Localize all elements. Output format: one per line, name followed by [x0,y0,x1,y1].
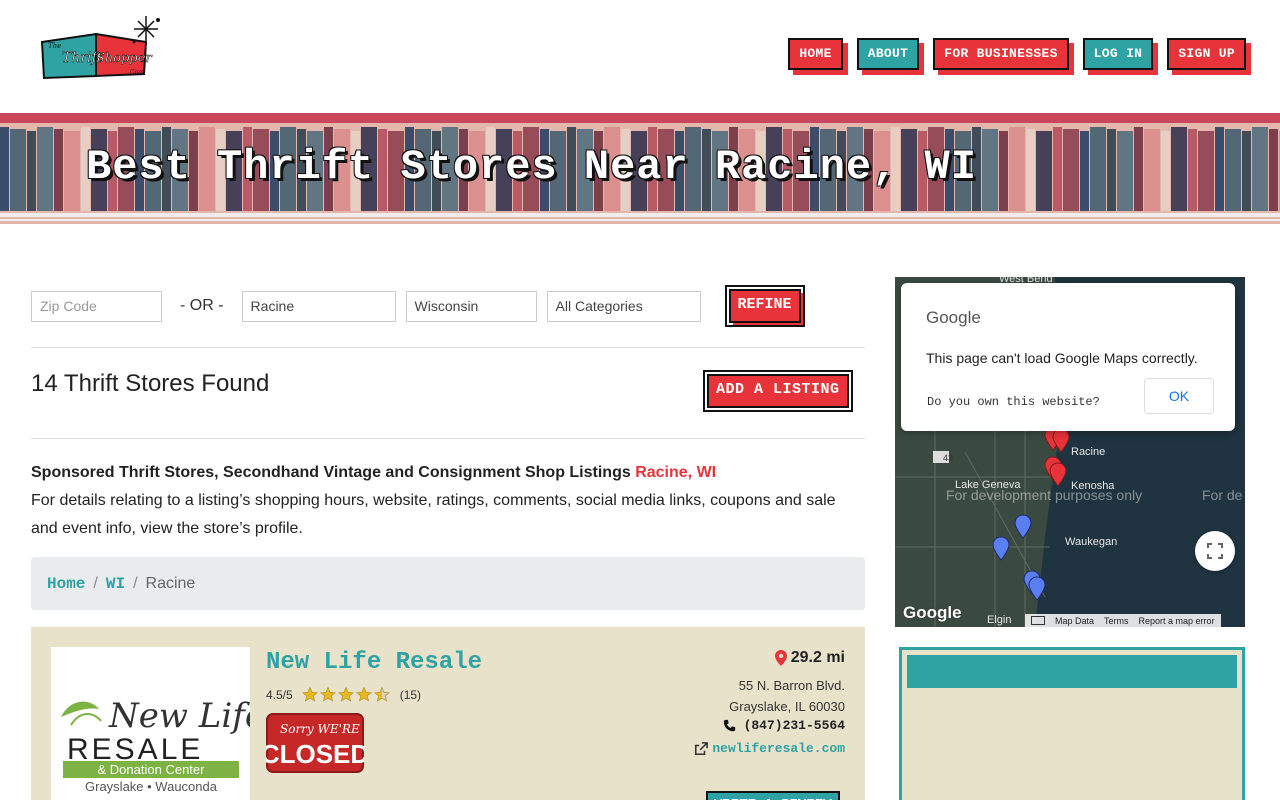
nav-home[interactable]: HOME [788,38,843,70]
logo-text-1: New Life [108,696,250,736]
map-fullscreen-button[interactable] [1195,531,1235,571]
nav-sign-up[interactable]: SIGN UP [1167,38,1246,70]
svg-text:.Com: .Com [128,69,144,76]
phone-icon [723,719,735,732]
star-icon [301,686,318,702]
map-error-dialog: Google This page can't load Google Maps … [901,283,1235,431]
nav-for-businesses[interactable]: FOR BUSINESSES [933,38,1069,70]
map-data-link[interactable]: Map Data [1055,616,1094,626]
store-logo-image[interactable]: New Life RESALE & Donation Center Graysl… [51,647,250,800]
state-select[interactable]: Wisconsin [405,290,537,322]
city-input[interactable]: Racine [241,290,396,322]
svg-text:Shopper: Shopper [96,51,152,66]
results-count: 14 Thrift Stores Found [31,370,270,397]
fullscreen-icon [1207,543,1223,559]
map-ok-button[interactable]: OK [1144,378,1214,414]
add-listing-button[interactable]: ADD A LISTING [703,370,853,412]
breadcrumb-separator: / [133,574,138,592]
map-dev-watermark-2: For de [1202,487,1243,503]
featured-panel [899,647,1245,800]
address-line-1: 55 N. Barron Blvd. [738,678,845,693]
address-line-2: Grayslake, IL 60030 [729,699,845,714]
or-separator: - OR - [180,297,224,314]
main-nav: HOME ABOUT FOR BUSINESSES LOG IN SIGN UP [788,38,1246,70]
map-pin-icon [774,650,787,666]
star-icon [319,686,336,702]
map-label-elgin: Elgin [987,614,1012,626]
sponsored-heading: Sponsored Thrift Stores, Secondhand Vint… [31,464,631,481]
breadcrumb-current: Racine [145,574,196,592]
map-error-message: This page can't load Google Maps correct… [926,350,1198,366]
map-highway-label: 43 [943,453,954,463]
sponsored-intro: Sponsored Thrift Stores, Secondhand Vint… [31,459,865,543]
map-footer: Map Data Terms Report a map error [1025,614,1221,627]
breadcrumb: Home / WI / Racine [31,557,865,610]
google-wordmark: Google [926,308,981,327]
search-form: Zip Code - OR - Racine Wisconsin All Cat… [31,285,805,327]
store-listing: New Life RESALE & Donation Center Graysl… [31,627,865,800]
nav-log-in[interactable]: LOG IN [1082,38,1154,70]
breadcrumb-home[interactable]: Home [47,575,85,593]
site-logo[interactable]: Thrift Shopper The .Com [34,12,164,90]
store-distance: 29.2 mi [774,649,845,667]
write-review-button[interactable]: WRITE A REVIEW [706,791,840,800]
rating-stars [301,686,391,703]
store-address: 55 N. Barron Blvd. Grayslake, IL 60030 [729,675,845,717]
map-own-website-link[interactable]: Do you own this website? [927,395,1100,409]
review-count: (15) [399,687,422,702]
divider [31,438,865,439]
store-map[interactable]: 43 West Bend Racine Kenosha Lake Geneva … [895,277,1245,627]
breadcrumb-separator: / [93,574,98,592]
svg-text:Sorry WE'RE: Sorry WE'RE [280,722,360,736]
closed-badge-icon: Sorry WE'RE CLOSED [266,713,364,773]
rating-score: 4.5/5 [266,687,293,702]
map-label-waukegan: Waukegan [1065,536,1118,548]
sponsored-description: For details relating to a listing’s shop… [31,492,836,537]
map-label-racine: Racine [1071,446,1106,458]
map-dev-watermark: For development purposes only [946,487,1143,503]
store-name-link[interactable]: New Life Resale [266,649,482,676]
map-terms-link[interactable]: Terms [1104,616,1129,626]
hero-banner: Best Thrift Stores Near Racine, WI [0,113,1280,224]
breadcrumb-state[interactable]: WI [106,575,125,593]
refine-button[interactable]: REFINE [724,285,805,327]
category-select[interactable]: All Categories [546,290,701,322]
store-website-link[interactable]: newliferesale.com [694,741,845,756]
page-title: Best Thrift Stores Near Racine, WI [86,143,977,191]
store-rating: 4.5/5 (15) [266,686,421,703]
svg-text:The: The [48,42,61,50]
map-report-link[interactable]: Report a map error [1139,616,1215,626]
logo-text-4: Grayslake • Wauconda [85,779,218,794]
store-phone[interactable]: (847)231-5564 [723,718,845,733]
svg-text:CLOSED: CLOSED [266,739,364,769]
sponsored-location: Racine, WI [635,464,717,481]
external-link-icon [695,741,709,755]
keyboard-icon[interactable] [1031,616,1045,625]
zip-code-input[interactable]: Zip Code [31,290,162,322]
featured-panel-header [907,655,1237,688]
star-icon [337,686,354,702]
logo-text-3: & Donation Center [98,762,206,777]
star-icon [355,686,372,702]
nav-about[interactable]: ABOUT [856,38,920,70]
divider [31,347,865,348]
google-logo: Google [903,603,962,622]
site-header: Thrift Shopper The .Com HOME ABOUT FOR B… [0,0,1280,113]
star-icon [373,686,390,702]
